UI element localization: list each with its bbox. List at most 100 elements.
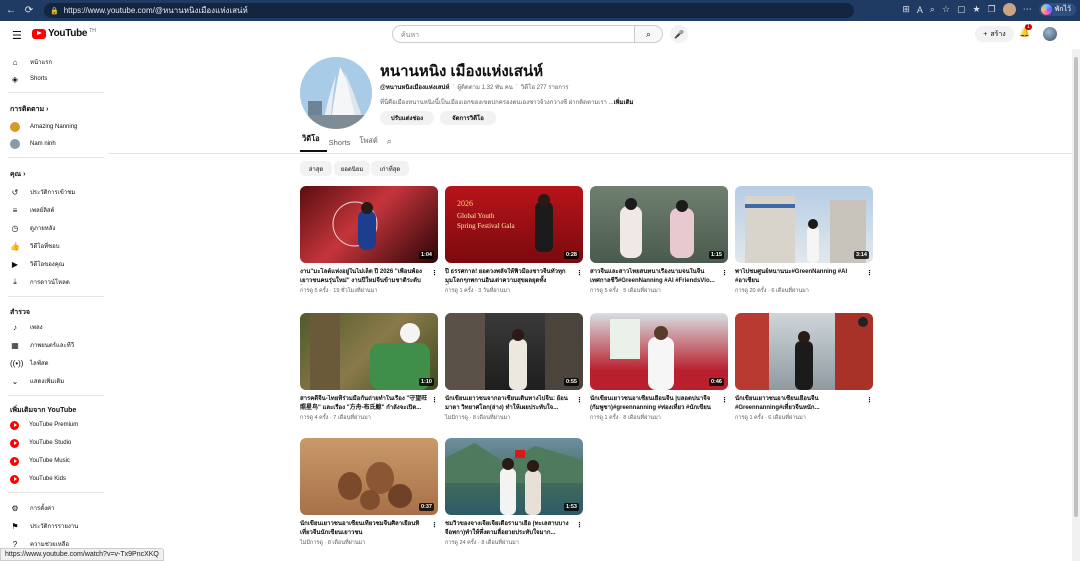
- sidebar-sub-nam-ninh[interactable]: Nam ninh: [10, 137, 105, 151]
- sidebar-item-premium[interactable]: YouTube Premium: [10, 418, 105, 432]
- video-card[interactable]: 3:14 พาไปชมศูนย์หนานนะ#GreenNanning #AI …: [735, 186, 873, 295]
- search-input[interactable]: ค้นหา: [392, 25, 635, 43]
- video-title[interactable]: สาวจีนและสาวไทยสนทนาเรื่องนามจนในจีน เทศ…: [590, 268, 718, 285]
- sidebar-item-studio[interactable]: YouTube Studio: [10, 436, 105, 450]
- sidebar-item-downloads[interactable]: ⤓ การดาวน์โหลด: [10, 275, 105, 289]
- channel-search-icon[interactable]: ⌕: [385, 136, 399, 152]
- customize-channel-button[interactable]: ปรับแต่งช่อง: [380, 111, 434, 125]
- more-options-icon[interactable]: ⋮: [866, 396, 873, 404]
- video-title[interactable]: นักเขียนเยาวชนอาเซียนเที่ยวชมจีนศิลาเยือ…: [300, 520, 428, 537]
- video-title[interactable]: ชมวิวของจางเจียเจี้ยเดือรามาเยือ (ทะเลสา…: [445, 520, 573, 537]
- video-card[interactable]: 0:55 นักเขียนเยาวชนจากอาเซียนเดินทางไปจี…: [445, 313, 583, 422]
- favorites-icon[interactable]: ★: [973, 4, 981, 15]
- sidebar-item-movies[interactable]: ▦ ภาพยนตร์และทีวี: [10, 338, 105, 352]
- sidebar-item-playlists[interactable]: ≡ เพลย์ลิสต์: [10, 203, 105, 217]
- video-card[interactable]: 1:15 สาวจีนและสาวไทยสนทนาเรื่องนามจนในจี…: [590, 186, 728, 295]
- video-thumbnail[interactable]: 0:55: [445, 313, 583, 390]
- video-title[interactable]: งาน"มะโลต์แห่งอยู่ในไม่เล็ด ปี 2026 "เพื…: [300, 268, 428, 285]
- video-title[interactable]: พาไปชมศูนย์หนานนะ#GreenNanning #AI #อาเซ…: [735, 268, 863, 285]
- youtube-logo[interactable]: YouTube TH: [32, 28, 96, 39]
- sidebar-item-history[interactable]: ↺ ประวัติการเข้าชม: [10, 185, 105, 199]
- sidebar-item-live[interactable]: ((•)) ไลฟ์สด: [10, 356, 105, 370]
- video-title[interactable]: นักเขียนเยาวชนอาเซียนเยือนจีน |บลอดปนาจี…: [590, 395, 718, 412]
- video-thumbnail[interactable]: 3:14: [735, 186, 873, 263]
- chip-oldest[interactable]: เก่าที่สุด: [371, 161, 409, 176]
- chip-latest[interactable]: ล่าสุด: [300, 161, 332, 176]
- tab-videos[interactable]: วิดีโอ: [300, 133, 327, 152]
- tab-shorts[interactable]: Shorts: [327, 138, 358, 152]
- more-options-icon[interactable]: ⋮: [721, 269, 728, 277]
- more-icon[interactable]: ⋯: [1023, 4, 1032, 15]
- create-button[interactable]: + สร้าง: [975, 26, 1014, 42]
- divider: [8, 492, 104, 493]
- collections-icon[interactable]: ❐: [988, 4, 996, 15]
- sidebar-item-shorts[interactable]: ◈ Shorts: [10, 72, 105, 86]
- description-more-link[interactable]: เพิ่มเติม: [614, 100, 634, 106]
- video-title[interactable]: นักเขียนเยาวชนจากอาเซียนเดินทางไปจีน: ย้…: [445, 395, 573, 412]
- video-card[interactable]: 2026 Global Youth Spring Festival Gala 0:2…: [445, 186, 583, 295]
- video-title[interactable]: นักเขียนเยาวชนอาเซียนเยือนจีน #Greennann…: [735, 395, 863, 412]
- download-icon: ⤓: [13, 277, 17, 286]
- video-thumbnail[interactable]: 1:53: [445, 438, 583, 515]
- channel-description[interactable]: ที่นี่คือเมืองหนานหนิงนี้เป็นเมืองเอกของ…: [380, 97, 633, 107]
- sidebar-item-kids[interactable]: YouTube Kids: [10, 472, 105, 486]
- copilot-button[interactable]: พักไว้: [1038, 3, 1076, 16]
- browser-profile-avatar[interactable]: [1002, 3, 1016, 16]
- voice-search-button[interactable]: 🎤: [670, 25, 688, 43]
- zoom-icon[interactable]: ⌕: [930, 4, 935, 15]
- video-title[interactable]: สารคดีจีน-ไทยที่ร่วมมือกันถ่ายทำในเรือง …: [300, 395, 428, 412]
- split-icon[interactable]: ▢: [957, 4, 966, 15]
- video-thumbnail[interactable]: 1:10: [300, 313, 438, 390]
- video-thumbnail[interactable]: 0:46: [590, 313, 728, 390]
- reader-icon[interactable]: A: [917, 5, 923, 15]
- video-thumbnail[interactable]: 0:37: [300, 438, 438, 515]
- sidebar-item-liked[interactable]: 👍 วิดีโอที่ชอบ: [10, 239, 105, 253]
- notifications-button[interactable]: 🔔 1: [1019, 24, 1032, 38]
- page-scrollbar[interactable]: [1072, 49, 1080, 561]
- more-options-icon[interactable]: ⋮: [431, 521, 438, 529]
- sidebar-item-music-app[interactable]: YouTube Music: [10, 454, 105, 468]
- video-card[interactable]: 0:37 นักเขียนเยาวชนอาเซียนเที่ยวชมจีนศิล…: [300, 438, 438, 547]
- video-card[interactable]: 1:04 งาน"มะโลต์แห่งอยู่ในไม่เล็ด ปี 2026…: [300, 186, 438, 295]
- video-title[interactable]: ปี ธรรศกาล! ยอดวงพลัจให้ฟิวมีองชาวจีนทั่…: [445, 268, 573, 285]
- address-bar[interactable]: 🔒 https://www.youtube.com/@หนานหนิงเมือง…: [44, 3, 854, 18]
- more-options-icon[interactable]: ⋮: [721, 396, 728, 404]
- sidebar-item-music[interactable]: ♪ เพลง: [10, 320, 105, 334]
- sidebar-item-watch-later[interactable]: ◷ ดูภายหลัง: [10, 221, 105, 235]
- more-options-icon[interactable]: ⋮: [431, 396, 438, 404]
- video-duration: 0:46: [708, 378, 724, 386]
- channel-avatar-large[interactable]: [300, 57, 372, 129]
- video-thumbnail[interactable]: 1:15: [590, 186, 728, 263]
- video-thumbnail[interactable]: [735, 313, 873, 390]
- chip-popular[interactable]: ยอดนิยม: [334, 161, 370, 176]
- subscriptions-header[interactable]: การติดตาม ›: [10, 104, 48, 115]
- sidebar-item-your-videos[interactable]: ▶ วิดีโอของคุณ: [10, 257, 105, 271]
- sidebar-sub-amazing-nanning[interactable]: Amazing Nanning: [10, 120, 105, 134]
- manage-videos-button[interactable]: จัดการวิดีโอ: [440, 111, 496, 125]
- account-avatar[interactable]: [1043, 27, 1057, 41]
- sidebar-item-report-history[interactable]: ⚑ ประวัติการรายงาน: [10, 519, 105, 533]
- search-button[interactable]: ⌕: [634, 25, 663, 43]
- more-options-icon[interactable]: ⋮: [576, 521, 583, 529]
- more-options-icon[interactable]: ⋮: [576, 269, 583, 277]
- scrollbar-thumb[interactable]: [1074, 57, 1078, 517]
- favorite-star-icon[interactable]: ☆: [942, 4, 950, 15]
- more-options-icon[interactable]: ⋮: [576, 396, 583, 404]
- refresh-icon[interactable]: ⟳: [22, 4, 36, 18]
- menu-icon[interactable]: ☰: [12, 29, 22, 42]
- back-icon[interactable]: ←: [4, 4, 18, 18]
- video-card[interactable]: 0:46 นักเขียนเยาวชนอาเซียนเยือนจีน |บลอด…: [590, 313, 728, 422]
- video-thumbnail[interactable]: 2026 Global Youth Spring Festival Gala 0:2…: [445, 186, 583, 263]
- apps-icon[interactable]: ⊞: [902, 4, 910, 15]
- you-header[interactable]: คุณ ›: [10, 169, 25, 180]
- more-options-icon[interactable]: ⋮: [431, 269, 438, 277]
- video-card[interactable]: 1:53 ชมวิวของจางเจียเจี้ยเดือรามาเยือ (ท…: [445, 438, 583, 547]
- tab-posts[interactable]: โพสต์: [357, 135, 384, 152]
- video-card[interactable]: นักเขียนเยาวชนอาเซียนเยือนจีน #Greennann…: [735, 313, 873, 422]
- sidebar-item-home[interactable]: ⌂ หน้าแรก: [10, 55, 105, 69]
- video-card[interactable]: 1:10 สารคดีจีน-ไทยที่ร่วมมือกันถ่ายทำในเ…: [300, 313, 438, 422]
- video-thumbnail[interactable]: 1:04: [300, 186, 438, 263]
- more-options-icon[interactable]: ⋮: [866, 269, 873, 277]
- sidebar-item-settings[interactable]: ⚙ การตั้งค่า: [10, 501, 105, 515]
- sidebar-item-show-more[interactable]: ⌄ แสดงเพิ่มเติม: [10, 374, 105, 388]
